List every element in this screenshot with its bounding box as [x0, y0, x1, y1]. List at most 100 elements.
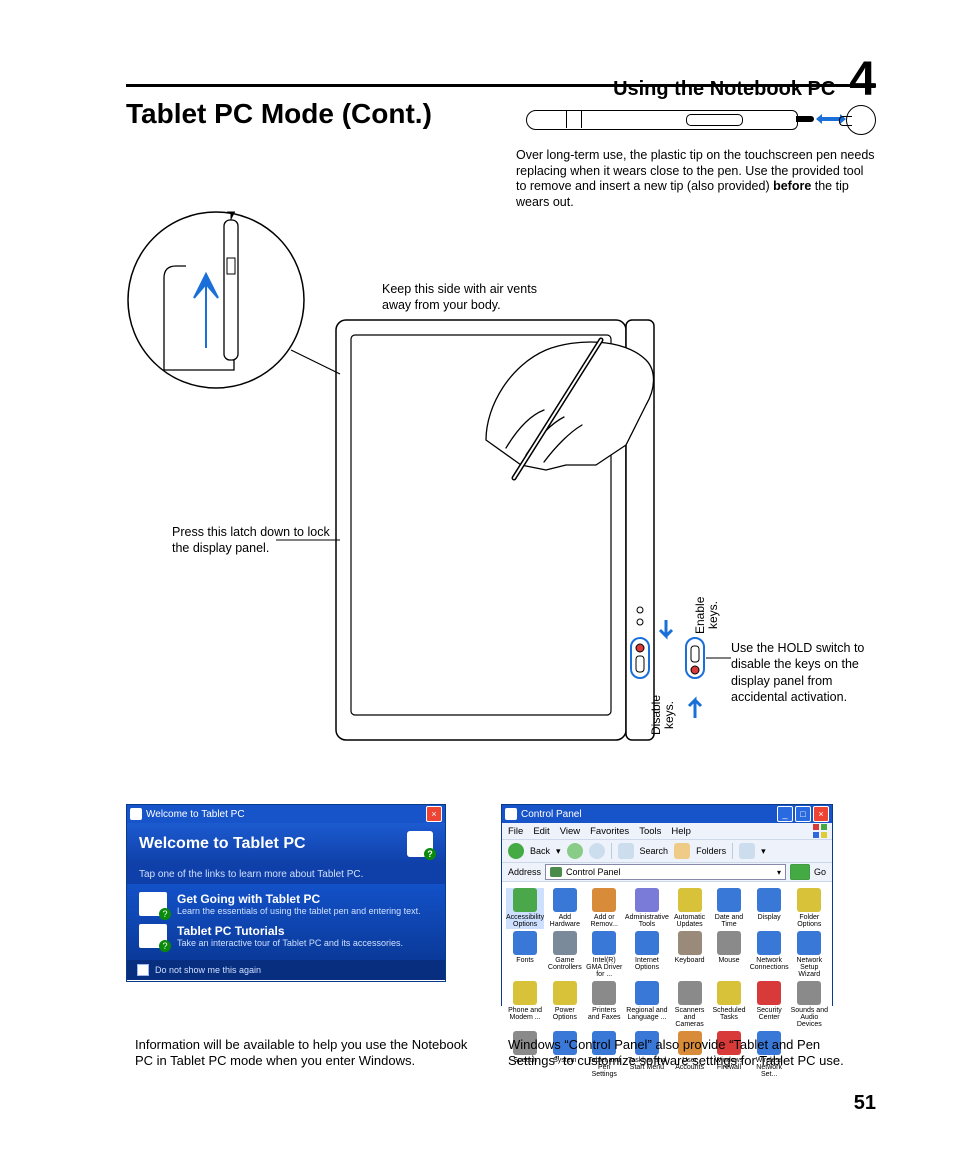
page-number: 51 [854, 1092, 876, 1115]
cp-item[interactable]: Mouse [710, 931, 747, 979]
welcome-item-title: Tablet PC Tutorials [177, 924, 403, 938]
maximize-button[interactable]: □ [795, 806, 811, 822]
cp-item[interactable]: Keyboard [671, 931, 708, 979]
tablet-help-icon [407, 831, 433, 857]
cp-item-label: Security Center [750, 1007, 789, 1022]
cp-item[interactable]: Sounds and Audio Devices [791, 981, 828, 1029]
cp-item-label: Folder Options [791, 914, 828, 929]
minimize-button[interactable]: _ [777, 806, 793, 822]
cp-item[interactable]: Scheduled Tasks [710, 981, 747, 1029]
welcome-item-title: Get Going with Tablet PC [177, 892, 421, 906]
cp-item-icon [757, 931, 781, 955]
welcome-body: Get Going with Tablet PC Learn the essen… [127, 884, 445, 960]
cp-item-icon [592, 981, 616, 1005]
close-button[interactable]: × [813, 806, 829, 822]
cp-item-label: Keyboard [675, 957, 705, 964]
menu-file[interactable]: File [508, 826, 523, 837]
go-button[interactable] [790, 864, 810, 880]
welcome-heading-text: Welcome to Tablet PC [139, 835, 306, 853]
cp-item-icon [635, 981, 659, 1005]
menu-edit[interactable]: Edit [533, 826, 549, 837]
cp-address-bar: Address Control Panel ▾ Go [502, 863, 832, 882]
cp-item-icon [553, 931, 577, 955]
go-label: Go [814, 867, 826, 877]
cp-item-icon [678, 888, 702, 912]
document-help-icon [139, 924, 167, 948]
cp-item-label: Scheduled Tasks [710, 1007, 747, 1022]
address-label: Address [508, 867, 541, 877]
cp-item[interactable]: Intel(R) GMA Driver for ... [586, 931, 623, 979]
cp-item-icon [553, 981, 577, 1005]
cp-menu-bar: File Edit View Favorites Tools Help [502, 823, 832, 839]
cp-item-icon [635, 931, 659, 955]
up-icon[interactable] [589, 843, 605, 859]
cp-item-icon [717, 981, 741, 1005]
cp-item-icon [553, 888, 577, 912]
right-caption: Windows “Control Panel” also provide “Ta… [508, 1037, 848, 1070]
search-icon[interactable] [618, 843, 634, 859]
cp-item[interactable]: Printers and Faxes [586, 981, 623, 1029]
cp-item-icon [513, 931, 537, 955]
tip-tool-icon [846, 105, 876, 135]
cp-item[interactable]: Security Center [750, 981, 789, 1029]
menu-tools[interactable]: Tools [639, 826, 661, 837]
cp-item[interactable]: Internet Options [625, 931, 669, 979]
menu-help[interactable]: Help [671, 826, 691, 837]
folders-button[interactable]: Folders [696, 846, 726, 856]
cp-item[interactable]: Folder Options [791, 888, 828, 929]
pen-illustration [526, 102, 876, 137]
disable-keys-label: Disable keys. [650, 680, 676, 750]
welcome-subtitle: Tap one of the links to learn more about… [127, 865, 445, 884]
views-icon[interactable] [739, 843, 755, 859]
cp-item[interactable]: Game Controllers [546, 931, 583, 979]
forward-icon[interactable] [567, 843, 583, 859]
cp-item[interactable]: Date and Time [710, 888, 747, 929]
cp-item-icon [717, 888, 741, 912]
cp-item-label: Add Hardware [546, 914, 583, 929]
cp-item-label: Network Connections [750, 957, 789, 972]
address-input[interactable]: Control Panel ▾ [545, 864, 786, 880]
cp-item[interactable]: Automatic Updates [671, 888, 708, 929]
cp-item[interactable]: Network Setup Wizard [791, 931, 828, 979]
cp-item-label: Printers and Faxes [586, 1007, 623, 1022]
cp-item-label: Internet Options [625, 957, 669, 972]
air-vent-note: Keep this side with air vents away from … [382, 282, 552, 313]
cp-item-label: Add or Remov... [586, 914, 623, 929]
cp-item-icon [635, 888, 659, 912]
cp-item-icon [757, 888, 781, 912]
cp-item-icon [513, 888, 537, 912]
do-not-show-label: Do not show me this again [155, 965, 261, 975]
back-button[interactable]: Back [530, 846, 550, 856]
cp-item-icon [678, 931, 702, 955]
page-title: Tablet PC Mode (Cont.) [126, 98, 432, 130]
welcome-link-get-going[interactable]: Get Going with Tablet PC Learn the essen… [139, 892, 433, 916]
cp-item[interactable]: Add Hardware [546, 888, 583, 929]
cp-item-label: Regional and Language ... [625, 1007, 669, 1022]
cp-item-icon [797, 888, 821, 912]
welcome-item-desc: Learn the essentials of using the tablet… [177, 906, 421, 916]
cp-item[interactable]: Power Options [546, 981, 583, 1029]
cp-item[interactable]: Scanners and Cameras [671, 981, 708, 1029]
cp-item-icon [717, 931, 741, 955]
search-button[interactable]: Search [640, 846, 669, 856]
cp-item-label: Scanners and Cameras [671, 1007, 708, 1029]
cp-item[interactable]: Accessibility Options [506, 888, 544, 929]
cp-item[interactable]: Display [750, 888, 789, 929]
pen-tip-note: Over long-term use, the plastic tip on t… [516, 148, 876, 211]
close-button[interactable]: × [426, 806, 442, 822]
cp-item[interactable]: Network Connections [750, 931, 789, 979]
back-icon[interactable] [508, 843, 524, 859]
cp-item[interactable]: Administrative Tools [625, 888, 669, 929]
do-not-show-checkbox[interactable] [137, 964, 149, 976]
welcome-link-tutorials[interactable]: Tablet PC Tutorials Take an interactive … [139, 924, 433, 948]
cp-item-icon [797, 981, 821, 1005]
cp-item[interactable]: Add or Remov... [586, 888, 623, 929]
cp-item[interactable]: Fonts [506, 931, 544, 979]
cp-item-label: Accessibility Options [506, 914, 544, 929]
cp-item[interactable]: Regional and Language ... [625, 981, 669, 1029]
cp-item[interactable]: Phone and Modem ... [506, 981, 544, 1029]
cp-item-label: Game Controllers [546, 957, 583, 972]
menu-favorites[interactable]: Favorites [590, 826, 629, 837]
folders-icon[interactable] [674, 843, 690, 859]
menu-view[interactable]: View [560, 826, 580, 837]
